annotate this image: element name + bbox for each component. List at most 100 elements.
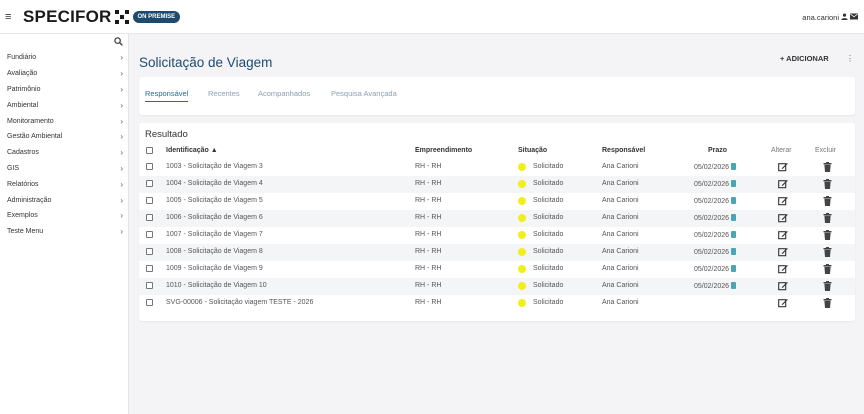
mail-icon[interactable] [850,13,858,22]
edit-icon[interactable] [778,196,788,206]
trash-icon[interactable] [823,298,832,308]
row-identificacao[interactable]: 1010 - Solicitação de Viagem 10 [166,282,267,289]
row-checkbox[interactable] [146,299,153,306]
sidebar-item-relatorios[interactable]: Relatórios › [0,176,129,192]
tabs-panel: Responsável Recentes Acompanhados Pesqui… [139,77,855,115]
trash-icon[interactable] [823,281,832,291]
clock-icon [731,282,737,289]
tab-pesquisa-avancada[interactable]: Pesquisa Avançada [331,89,397,98]
trash-icon[interactable] [823,230,832,240]
row-responsavel: Ana Carioni [602,299,639,306]
trash-icon[interactable] [823,264,832,274]
table-row[interactable]: 1005 - Solicitação de Viagem 5 RH - RH S… [139,193,855,210]
trash-icon[interactable] [823,247,832,257]
row-identificacao[interactable]: 1006 - Solicitação de Viagem 6 [166,214,263,221]
clock-icon [731,214,737,221]
clock-icon [731,197,737,204]
trash-icon[interactable] [823,196,832,206]
row-identificacao[interactable]: SVG-00006 - Solicitação viagem TESTE - 2… [166,299,313,306]
table-row[interactable]: 1003 - Solicitação de Viagem 3 RH - RH S… [139,159,855,176]
top-bar: ≡ SPECIFOR ON PREMISE ana.carioni [0,0,864,34]
row-checkbox[interactable] [146,214,153,221]
edit-icon[interactable] [778,230,788,240]
row-checkbox[interactable] [146,282,153,289]
row-identificacao[interactable]: 1005 - Solicitação de Viagem 5 [166,197,263,204]
row-situacao: Solicitado [533,163,564,170]
column-empreendimento[interactable]: Empreendimento [415,147,472,154]
sidebar-item-exemplos[interactable]: Exemplos › [0,208,129,224]
row-checkbox[interactable] [146,265,153,272]
sidebar-item-teste-menu[interactable]: Teste Menu › [0,224,129,240]
row-empreendimento: RH - RH [415,197,442,204]
search-icon[interactable] [114,37,123,48]
sidebar-item-label: Relatórios [7,180,39,188]
edit-icon[interactable] [778,281,788,291]
table-row[interactable]: 1004 - Solicitação de Viagem 4 RH - RH S… [139,176,855,193]
table-row[interactable]: 1006 - Solicitação de Viagem 6 RH - RH S… [139,210,855,227]
select-all-checkbox[interactable] [146,147,153,154]
row-checkbox[interactable] [146,248,153,255]
status-dot [518,163,526,171]
row-responsavel: Ana Carioni [602,163,639,170]
table-row[interactable]: 1010 - Solicitação de Viagem 10 RH - RH … [139,278,855,295]
user-menu[interactable]: ana.carioni [802,13,858,22]
sidebar-item-label: GIS [7,164,20,172]
row-identificacao[interactable]: 1004 - Solicitação de Viagem 4 [166,180,263,187]
trash-icon[interactable] [823,213,832,223]
row-empreendimento: RH - RH [415,214,442,221]
table-row[interactable]: SVG-00006 - Solicitação viagem TESTE - 2… [139,295,855,312]
logo[interactable]: SPECIFOR [23,7,129,27]
tab-acompanhados[interactable]: Acompanhados [258,89,310,98]
row-checkbox[interactable] [146,180,153,187]
edit-icon[interactable] [778,179,788,189]
row-prazo: 05/02/2026 [694,248,737,256]
sidebar-item-monitoramento[interactable]: Monitoramento › [0,113,129,129]
sidebar-item-fundiario[interactable]: Fundiário › [0,50,129,66]
table-row[interactable]: 1007 - Solicitação de Viagem 7 RH - RH S… [139,227,855,244]
tab-responsavel[interactable]: Responsável [145,89,189,102]
sidebar-item-avaliacao[interactable]: Avaliação › [0,66,129,82]
row-identificacao[interactable]: 1008 - Solicitação de Viagem 8 [166,248,263,255]
edit-icon[interactable] [778,298,788,308]
user-icon[interactable] [841,13,848,22]
sidebar-item-gis[interactable]: GIS › [0,161,129,177]
row-identificacao[interactable]: 1009 - Solicitação de Viagem 9 [166,265,263,272]
table-row[interactable]: 1009 - Solicitação de Viagem 9 RH - RH S… [139,261,855,278]
row-checkbox[interactable] [146,163,153,170]
edit-icon[interactable] [778,162,788,172]
table-row[interactable]: 1008 - Solicitação de Viagem 8 RH - RH S… [139,244,855,261]
tab-recentes[interactable]: Recentes [208,89,240,98]
sidebar-item-ambiental[interactable]: Ambiental › [0,97,129,113]
row-prazo: 05/02/2026 [694,231,737,239]
add-button[interactable]: + ADICIONAR [780,54,829,63]
edit-icon[interactable] [778,247,788,257]
row-situacao: Solicitado [533,197,564,204]
column-responsavel[interactable]: Responsável [602,147,645,154]
trash-icon[interactable] [823,162,832,172]
row-identificacao[interactable]: 1007 - Solicitação de Viagem 7 [166,231,263,238]
column-situacao[interactable]: Situação [518,147,547,154]
sidebar: Fundiário › Avaliação › Patrimônio › Ambien… [0,34,129,414]
chevron-right-icon: › [120,116,123,126]
row-checkbox[interactable] [146,231,153,238]
column-prazo[interactable]: Prazo [708,147,727,154]
environment-badge: ON PREMISE [132,10,181,23]
edit-icon[interactable] [778,264,788,274]
status-dot [518,214,526,222]
chevron-right-icon: › [120,179,123,189]
row-checkbox[interactable] [146,197,153,204]
menu-icon[interactable]: ≡ [5,11,21,23]
trash-icon[interactable] [823,179,832,189]
sidebar-item-patrimonio[interactable]: Patrimônio › [0,82,129,98]
edit-icon[interactable] [778,213,788,223]
column-excluir: Excluir [815,147,837,154]
row-responsavel: Ana Carioni [602,248,639,255]
column-identificacao[interactable]: Identificação ▲ [166,147,218,154]
sidebar-item-label: Ambiental [7,101,39,109]
chevron-right-icon: › [120,53,123,63]
sidebar-item-administracao[interactable]: Administração › [0,192,129,208]
more-options-icon[interactable]: ⋮ [846,54,854,63]
sidebar-item-gestao-ambiental[interactable]: Gestão Ambiental › [0,129,129,145]
sidebar-item-cadastros[interactable]: Cadastros › [0,145,129,161]
row-identificacao[interactable]: 1003 - Solicitação de Viagem 3 [166,163,263,170]
